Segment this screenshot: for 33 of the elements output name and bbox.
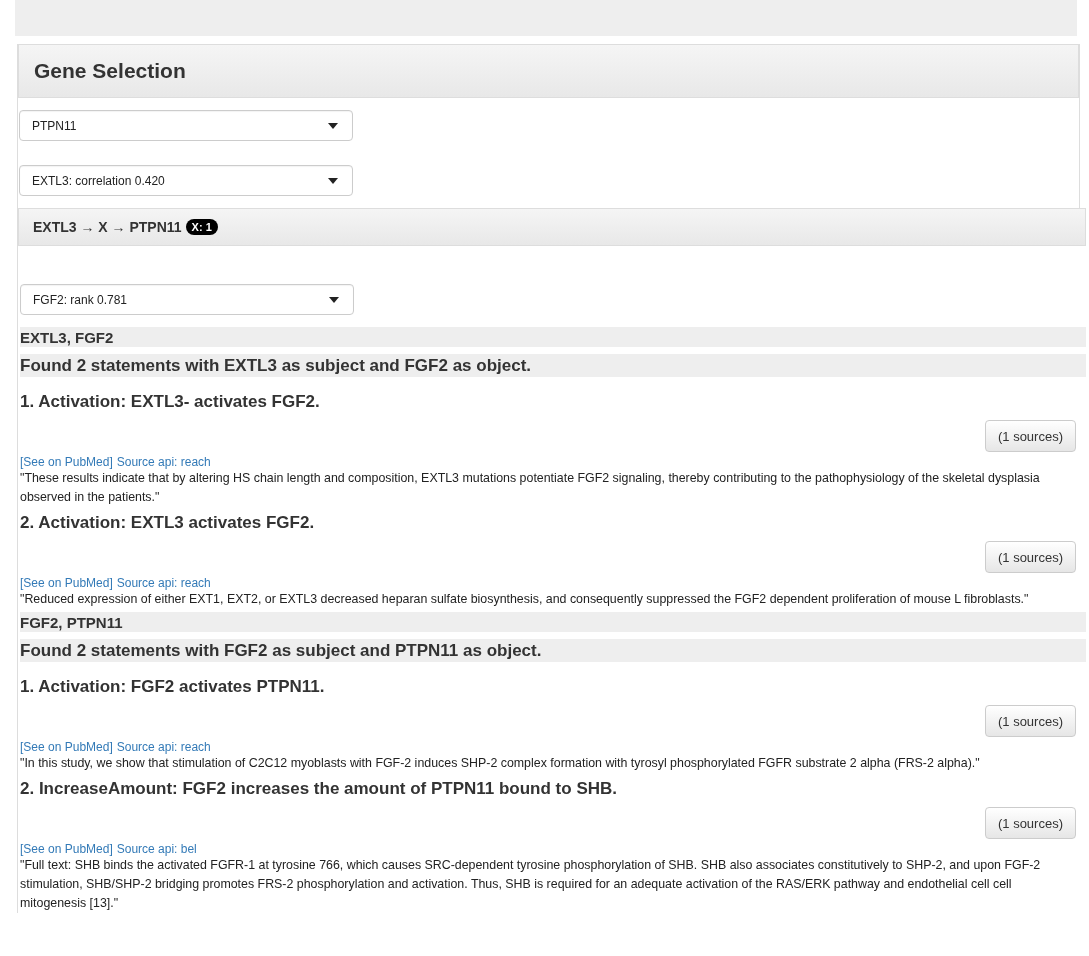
summary-heading: Found 2 statements with FGF2 as subject and PTPN11 as object.: [20, 639, 1086, 662]
path-title: EXTL3 → X → PTPN11: [33, 219, 182, 235]
source-api-text: Source api: reach: [116, 740, 211, 754]
gene-dropdown[interactable]: EXTL3: correlation 0.420: [19, 165, 353, 196]
caret-icon: [328, 122, 338, 129]
count-badge: X: 1: [185, 219, 218, 235]
source-api-text: Source api: bel: [116, 842, 197, 856]
caret-icon: [328, 177, 338, 184]
pubmed-link[interactable]: [See on PubMed]: [20, 576, 113, 590]
gene-dropdown[interactable]: FGF2: rank 0.781: [20, 284, 354, 315]
summary-heading: Found 2 statements with EXTL3 as subject and FGF2 as object.: [20, 354, 1086, 377]
pair-heading: FGF2, PTPN11: [20, 612, 1086, 632]
pubmed-link[interactable]: [See on PubMed]: [20, 455, 113, 469]
source-api-text: Source api: reach: [116, 576, 211, 590]
source-api-text: Source api: reach: [116, 455, 211, 469]
statement-title: 2. Activation: EXTL3 activates FGF2.: [20, 513, 316, 533]
evidence-quote: "In this study, we show that stimulation of C2C12 myoblasts with FGF-2 induces SHP-2 complex formation with tyrosyl phosphorylated FGFR substrate 2 alpha (FRS-2 alpha).": [20, 755, 981, 772]
sources-button[interactable]: (1 sources): [984, 541, 1076, 573]
statement-title: 1. Activation: FGF2 activates PTPN11.: [20, 677, 326, 697]
pair-heading: EXTL3, FGF2: [20, 327, 1086, 347]
pubmed-link[interactable]: [See on PubMed]: [20, 842, 113, 856]
statement-title: 2. IncreaseAmount: FGF2 increases the amount of PTPN11 bound to SHB.: [20, 779, 618, 799]
evidence-quote: "Reduced expression of either EXT1, EXT2, or EXTL3 decreased heparan sulfate biosynthesis, and consequently suppressed the FGF2 dependent proliferation of mouse L fibroblasts.": [20, 591, 1030, 608]
pubmed-link[interactable]: [See on PubMed]: [20, 740, 113, 754]
sources-button[interactable]: (1 sources): [984, 807, 1076, 839]
sources-button[interactable]: (1 sources): [984, 705, 1076, 737]
evidence-quote: "These results indicate that by altering HS chain length and composition, EXTL3 mutations potentiate FGF2 signaling, thereby contributing to the pathophysiology of the skeletal dysplasia observed in the patients.": [20, 470, 1041, 506]
panel-title: Gene Selection: [34, 59, 186, 83]
statement-title: 1. Activation: EXTL3- activates FGF2.: [20, 392, 321, 412]
caret-icon: [329, 296, 339, 303]
evidence-quote: "Full text: SHB binds the activated FGFR-1 at tyrosine 766, which causes SRC-dependent tyrosine phosphorylation of SHB. SHB also associates constitutively to SHP-2, and upon FGF-2 stimulation, SHB/SHP-2 bridging promotes FRS-2 phosphorylation and activation. Thus, SHB is required for an adequate activation of the RAS/ERK pathway and endothelial cell cell mitogenesis [13].": [20, 857, 1042, 912]
sources-button[interactable]: (1 sources): [984, 420, 1076, 452]
gene-dropdown[interactable]: PTPN11: [19, 110, 353, 141]
